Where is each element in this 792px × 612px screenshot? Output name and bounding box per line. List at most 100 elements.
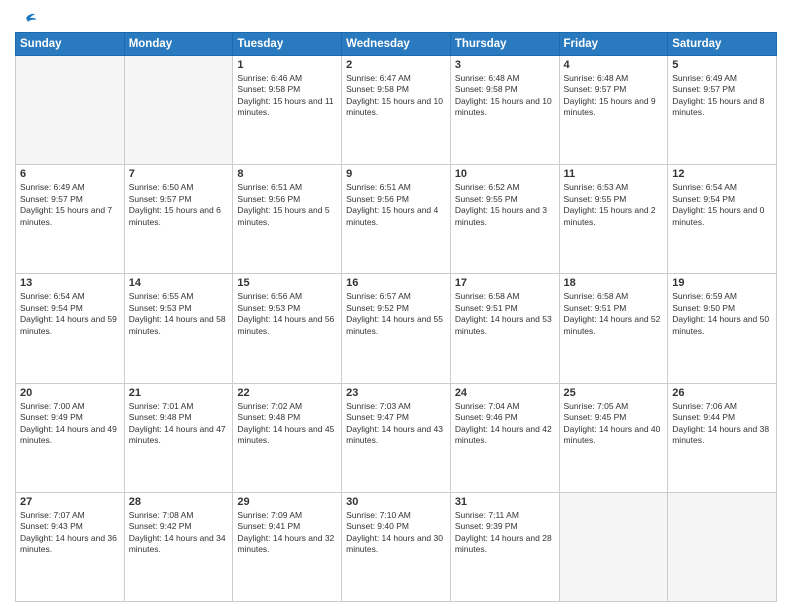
weekday-header-wednesday: Wednesday: [342, 33, 451, 56]
weekday-header-friday: Friday: [559, 33, 668, 56]
cell-info: Sunrise: 6:48 AMSunset: 9:57 PMDaylight:…: [564, 73, 664, 119]
calendar-cell: 16 Sunrise: 6:57 AMSunset: 9:52 PMDayligh…: [342, 274, 451, 383]
cell-info: Sunrise: 6:50 AMSunset: 9:57 PMDaylight:…: [129, 182, 229, 228]
calendar-cell: 12 Sunrise: 6:54 AMSunset: 9:54 PMDayligh…: [668, 165, 777, 274]
day-number: 17: [455, 277, 555, 289]
weekday-header-sunday: Sunday: [16, 33, 125, 56]
calendar-cell: 7 Sunrise: 6:50 AMSunset: 9:57 PMDaylight…: [124, 165, 233, 274]
cell-info: Sunrise: 7:11 AMSunset: 9:39 PMDaylight:…: [455, 510, 555, 556]
cell-info: Sunrise: 6:52 AMSunset: 9:55 PMDaylight:…: [455, 182, 555, 228]
day-number: 24: [455, 387, 555, 399]
calendar-cell: 17 Sunrise: 6:58 AMSunset: 9:51 PMDayligh…: [450, 274, 559, 383]
calendar-cell: 1 Sunrise: 6:46 AMSunset: 9:58 PMDaylight…: [233, 56, 342, 165]
logo-bird-icon: [17, 10, 37, 30]
day-number: 14: [129, 277, 229, 289]
calendar-cell: 22Sunrise: 7:02 AMSunset: 9:48 PMDayligh…: [233, 383, 342, 492]
cell-info: Sunrise: 7:01 AMSunset: 9:48 PMDaylight:…: [129, 401, 229, 447]
day-number: 20: [20, 387, 120, 399]
week-row-3: 13Sunrise: 6:54 AMSunset: 9:54 PMDayligh…: [16, 274, 777, 383]
day-number: 1: [237, 59, 337, 71]
week-row-4: 20 Sunrise: 7:00 AMSunset: 9:49 PMDayligh…: [16, 383, 777, 492]
calendar-cell: 14 Sunrise: 6:55 AMSunset: 9:53 PMDayligh…: [124, 274, 233, 383]
day-number: 5: [672, 59, 772, 71]
cell-info: Sunrise: 6:51 AMSunset: 9:56 PMDaylight:…: [346, 182, 446, 228]
day-number: 12: [672, 168, 772, 180]
calendar-cell: 19Sunrise: 6:59 AMSunset: 9:50 PMDayligh…: [668, 274, 777, 383]
day-number: 23: [346, 387, 446, 399]
week-row-2: 6 Sunrise: 6:49 AMSunset: 9:57 PMDaylight…: [16, 165, 777, 274]
page: SundayMondayTuesdayWednesdayThursdayFrid…: [0, 0, 792, 612]
calendar-cell: 30 Sunrise: 7:10 AMSunset: 9:40 PMDayligh…: [342, 492, 451, 601]
calendar-cell: [559, 492, 668, 601]
cell-info: Sunrise: 6:51 AMSunset: 9:56 PMDaylight:…: [237, 182, 337, 228]
day-number: 29: [237, 496, 337, 508]
day-number: 8: [237, 168, 337, 180]
calendar-cell: [16, 56, 125, 165]
calendar-cell: 29 Sunrise: 7:09 AMSunset: 9:41 PMDayligh…: [233, 492, 342, 601]
calendar-cell: 11Sunrise: 6:53 AMSunset: 9:55 PMDayligh…: [559, 165, 668, 274]
calendar-cell: [668, 492, 777, 601]
calendar-cell: 4 Sunrise: 6:48 AMSunset: 9:57 PMDaylight…: [559, 56, 668, 165]
week-row-5: 27 Sunrise: 7:07 AMSunset: 9:43 PMDayligh…: [16, 492, 777, 601]
weekday-header-saturday: Saturday: [668, 33, 777, 56]
day-number: 9: [346, 168, 446, 180]
cell-info: Sunrise: 6:54 AMSunset: 9:54 PMDaylight:…: [20, 291, 120, 337]
calendar-cell: 13Sunrise: 6:54 AMSunset: 9:54 PMDayligh…: [16, 274, 125, 383]
weekday-header-tuesday: Tuesday: [233, 33, 342, 56]
cell-info: Sunrise: 6:54 AMSunset: 9:54 PMDaylight:…: [672, 182, 772, 228]
weekday-header-row: SundayMondayTuesdayWednesdayThursdayFrid…: [16, 33, 777, 56]
day-number: 7: [129, 168, 229, 180]
week-row-1: 1 Sunrise: 6:46 AMSunset: 9:58 PMDaylight…: [16, 56, 777, 165]
cell-info: Sunrise: 6:46 AMSunset: 9:58 PMDaylight:…: [237, 73, 337, 119]
calendar-cell: 31Sunrise: 7:11 AMSunset: 9:39 PMDayligh…: [450, 492, 559, 601]
cell-info: Sunrise: 7:08 AMSunset: 9:42 PMDaylight:…: [129, 510, 229, 556]
cell-info: Sunrise: 7:04 AMSunset: 9:46 PMDaylight:…: [455, 401, 555, 447]
cell-info: Sunrise: 7:07 AMSunset: 9:43 PMDaylight:…: [20, 510, 120, 556]
cell-info: Sunrise: 7:00 AMSunset: 9:49 PMDaylight:…: [20, 401, 120, 447]
cell-info: Sunrise: 6:58 AMSunset: 9:51 PMDaylight:…: [455, 291, 555, 337]
day-number: 10: [455, 168, 555, 180]
calendar-cell: 2 Sunrise: 6:47 AMSunset: 9:58 PMDaylight…: [342, 56, 451, 165]
cell-info: Sunrise: 6:56 AMSunset: 9:53 PMDaylight:…: [237, 291, 337, 337]
weekday-header-monday: Monday: [124, 33, 233, 56]
day-number: 26: [672, 387, 772, 399]
cell-info: Sunrise: 6:55 AMSunset: 9:53 PMDaylight:…: [129, 291, 229, 337]
cell-info: Sunrise: 6:49 AMSunset: 9:57 PMDaylight:…: [672, 73, 772, 119]
cell-info: Sunrise: 6:53 AMSunset: 9:55 PMDaylight:…: [564, 182, 664, 228]
calendar-cell: 10 Sunrise: 6:52 AMSunset: 9:55 PMDayligh…: [450, 165, 559, 274]
calendar-cell: 26 Sunrise: 7:06 AMSunset: 9:44 PMDayligh…: [668, 383, 777, 492]
cell-info: Sunrise: 6:49 AMSunset: 9:57 PMDaylight:…: [20, 182, 120, 228]
day-number: 4: [564, 59, 664, 71]
day-number: 27: [20, 496, 120, 508]
calendar: SundayMondayTuesdayWednesdayThursdayFrid…: [15, 32, 777, 602]
calendar-cell: 18Sunrise: 6:58 AMSunset: 9:51 PMDayligh…: [559, 274, 668, 383]
day-number: 16: [346, 277, 446, 289]
calendar-cell: 5 Sunrise: 6:49 AMSunset: 9:57 PMDaylight…: [668, 56, 777, 165]
day-number: 25: [564, 387, 664, 399]
calendar-cell: 23 Sunrise: 7:03 AMSunset: 9:47 PMDayligh…: [342, 383, 451, 492]
day-number: 18: [564, 277, 664, 289]
calendar-cell: 24 Sunrise: 7:04 AMSunset: 9:46 PMDayligh…: [450, 383, 559, 492]
cell-info: Sunrise: 6:59 AMSunset: 9:50 PMDaylight:…: [672, 291, 772, 337]
calendar-cell: 8 Sunrise: 6:51 AMSunset: 9:56 PMDaylight…: [233, 165, 342, 274]
calendar-cell: 9 Sunrise: 6:51 AMSunset: 9:56 PMDaylight…: [342, 165, 451, 274]
cell-info: Sunrise: 7:10 AMSunset: 9:40 PMDaylight:…: [346, 510, 446, 556]
calendar-cell: 15Sunrise: 6:56 AMSunset: 9:53 PMDayligh…: [233, 274, 342, 383]
calendar-cell: 28Sunrise: 7:08 AMSunset: 9:42 PMDayligh…: [124, 492, 233, 601]
calendar-cell: 25Sunrise: 7:05 AMSunset: 9:45 PMDayligh…: [559, 383, 668, 492]
day-number: 21: [129, 387, 229, 399]
weekday-header-thursday: Thursday: [450, 33, 559, 56]
day-number: 30: [346, 496, 446, 508]
cell-info: Sunrise: 7:09 AMSunset: 9:41 PMDaylight:…: [237, 510, 337, 556]
day-number: 2: [346, 59, 446, 71]
day-number: 22: [237, 387, 337, 399]
cell-info: Sunrise: 6:57 AMSunset: 9:52 PMDaylight:…: [346, 291, 446, 337]
logo: [15, 10, 37, 26]
day-number: 6: [20, 168, 120, 180]
cell-info: Sunrise: 7:03 AMSunset: 9:47 PMDaylight:…: [346, 401, 446, 447]
cell-info: Sunrise: 7:06 AMSunset: 9:44 PMDaylight:…: [672, 401, 772, 447]
cell-info: Sunrise: 6:47 AMSunset: 9:58 PMDaylight:…: [346, 73, 446, 119]
calendar-cell: 27 Sunrise: 7:07 AMSunset: 9:43 PMDayligh…: [16, 492, 125, 601]
calendar-cell: 20 Sunrise: 7:00 AMSunset: 9:49 PMDayligh…: [16, 383, 125, 492]
cell-info: Sunrise: 6:48 AMSunset: 9:58 PMDaylight:…: [455, 73, 555, 119]
